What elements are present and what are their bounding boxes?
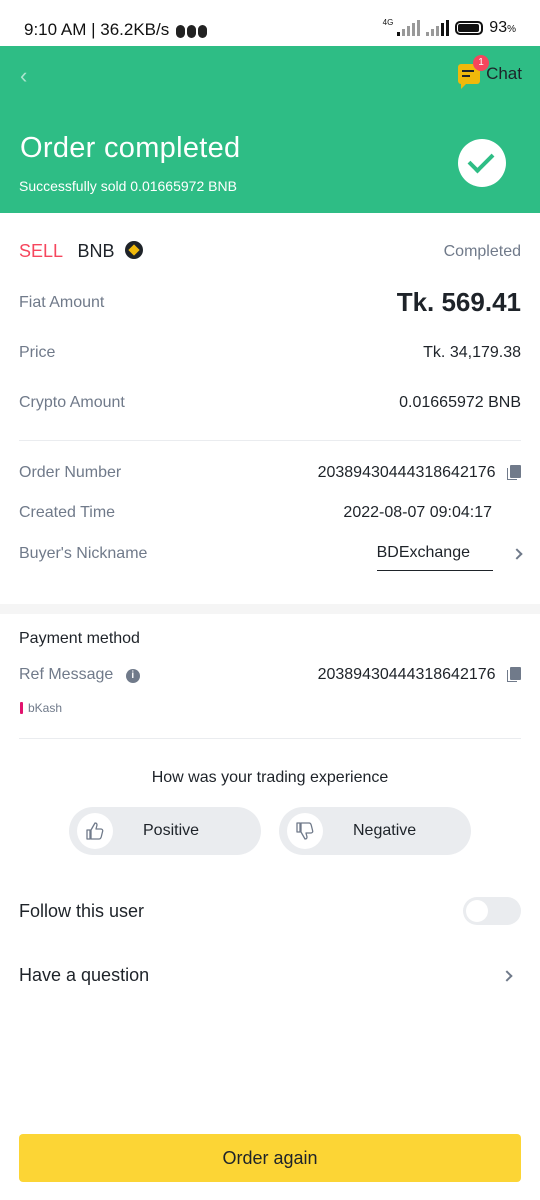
ref-message-value: 20389430444318642176	[317, 666, 496, 683]
chat-icon: 1	[458, 55, 490, 89]
negative-button[interactable]: Negative	[279, 807, 471, 855]
sell-label: SELL	[19, 241, 64, 261]
status-right: 4G 93%	[382, 17, 516, 37]
battery-percent: 93%	[489, 19, 516, 36]
chevron-right-icon	[501, 969, 513, 982]
positive-button[interactable]: Positive	[69, 807, 261, 855]
chat-badge: 1	[473, 55, 490, 71]
order-side-row: SELL BNB Completed	[19, 241, 521, 262]
signal-icon-2	[426, 20, 450, 36]
have-question-label: Have a question	[19, 965, 150, 985]
price-label: Price	[19, 344, 56, 361]
order-number-row: Order Number 20389430444318642176	[19, 464, 521, 482]
positive-label: Positive	[143, 822, 200, 839]
battery-icon	[455, 21, 484, 35]
order-number-value: 20389430444318642176	[317, 464, 496, 481]
chat-label: Chat	[486, 64, 522, 83]
status-time-speed: 9:10 AM | 36.2KB/s	[24, 20, 209, 41]
chat-button[interactable]: 1 Chat	[458, 55, 522, 89]
page-subtitle: Successfully sold 0.01665972 BNB	[19, 178, 237, 194]
bnb-icon	[124, 241, 143, 259]
ref-message-label-group: Ref Message i	[19, 666, 140, 684]
payment-method-title: Payment method	[19, 630, 140, 647]
order-status: Completed	[443, 242, 521, 260]
order-header: ‹ 1 Chat Order completed Successfully so…	[0, 46, 540, 213]
price-value: Tk. 34,179.38	[423, 344, 521, 361]
feedback-question: How was your trading experience	[151, 769, 389, 786]
thumbs-down-icon	[287, 813, 323, 849]
coin-label: BNB	[77, 241, 115, 261]
fiat-amount-label: Fiat Amount	[19, 293, 105, 311]
chevron-right-icon	[511, 547, 523, 560]
back-arrow-icon[interactable]: ‹	[20, 64, 44, 88]
fiat-amount-row: Fiat Amount Tk. 569.41	[19, 287, 521, 318]
status-time-speed-text: 9:10 AM | 36.2KB/s	[24, 20, 170, 39]
payment-method-row: Payment method	[19, 630, 521, 648]
buyer-nickname-value: BDExchange	[376, 544, 493, 571]
section-divider	[0, 604, 540, 614]
have-question-row[interactable]: Have a question	[19, 965, 521, 986]
payment-method-name: bKash	[28, 701, 63, 715]
check-circle-icon	[458, 139, 506, 187]
page-title: Order completed	[20, 132, 241, 164]
network-type: 4G	[382, 17, 394, 27]
ref-message-group: 20389430444318642176	[318, 666, 521, 684]
fiat-amount-value: Tk. 569.41	[396, 287, 521, 317]
price-row: Price Tk. 34,179.38	[19, 344, 521, 362]
crypto-amount-row: Crypto Amount 0.01665972 BNB	[19, 394, 521, 412]
signal-icon	[397, 20, 421, 36]
ref-message-label: Ref Message	[19, 666, 114, 683]
order-side: SELL BNB	[19, 241, 143, 262]
follow-user-toggle[interactable]	[463, 897, 521, 925]
crypto-amount-value: 0.01665972 BNB	[399, 394, 521, 411]
negative-label: Negative	[353, 822, 417, 839]
follow-user-row: Follow this user	[19, 897, 521, 925]
copy-icon[interactable]	[507, 465, 521, 480]
status-bar: 9:10 AM | 36.2KB/s 4G 93%	[0, 0, 540, 46]
buyer-nickname-link[interactable]: BDExchange	[376, 536, 523, 571]
divider	[19, 738, 521, 739]
created-time-label: Created Time	[19, 504, 116, 521]
bkash-color-bar	[20, 702, 23, 714]
created-time-value: 2022-08-07 09:04:17	[343, 504, 492, 521]
order-number-group: 20389430444318642176	[318, 464, 521, 482]
thumbs-up-icon	[77, 813, 113, 849]
follow-user-label: Follow this user	[19, 900, 145, 921]
info-icon[interactable]: i	[125, 669, 140, 683]
order-number-label: Order Number	[19, 464, 122, 481]
buyer-nickname-row: Buyer's Nickname BDExchange	[19, 536, 523, 571]
ref-message-row: Ref Message i 20389430444318642176	[19, 666, 521, 684]
copy-icon[interactable]	[507, 667, 521, 682]
created-time-row: Created Time 2022-08-07 09:04:17	[19, 504, 521, 522]
payment-method-tag: bKash	[20, 701, 62, 715]
divider	[19, 440, 521, 441]
order-again-button[interactable]: Order again	[19, 1134, 521, 1182]
notification-dots-icon	[175, 21, 209, 41]
buyer-nickname-label: Buyer's Nickname	[19, 544, 148, 562]
crypto-amount-label: Crypto Amount	[19, 394, 125, 411]
